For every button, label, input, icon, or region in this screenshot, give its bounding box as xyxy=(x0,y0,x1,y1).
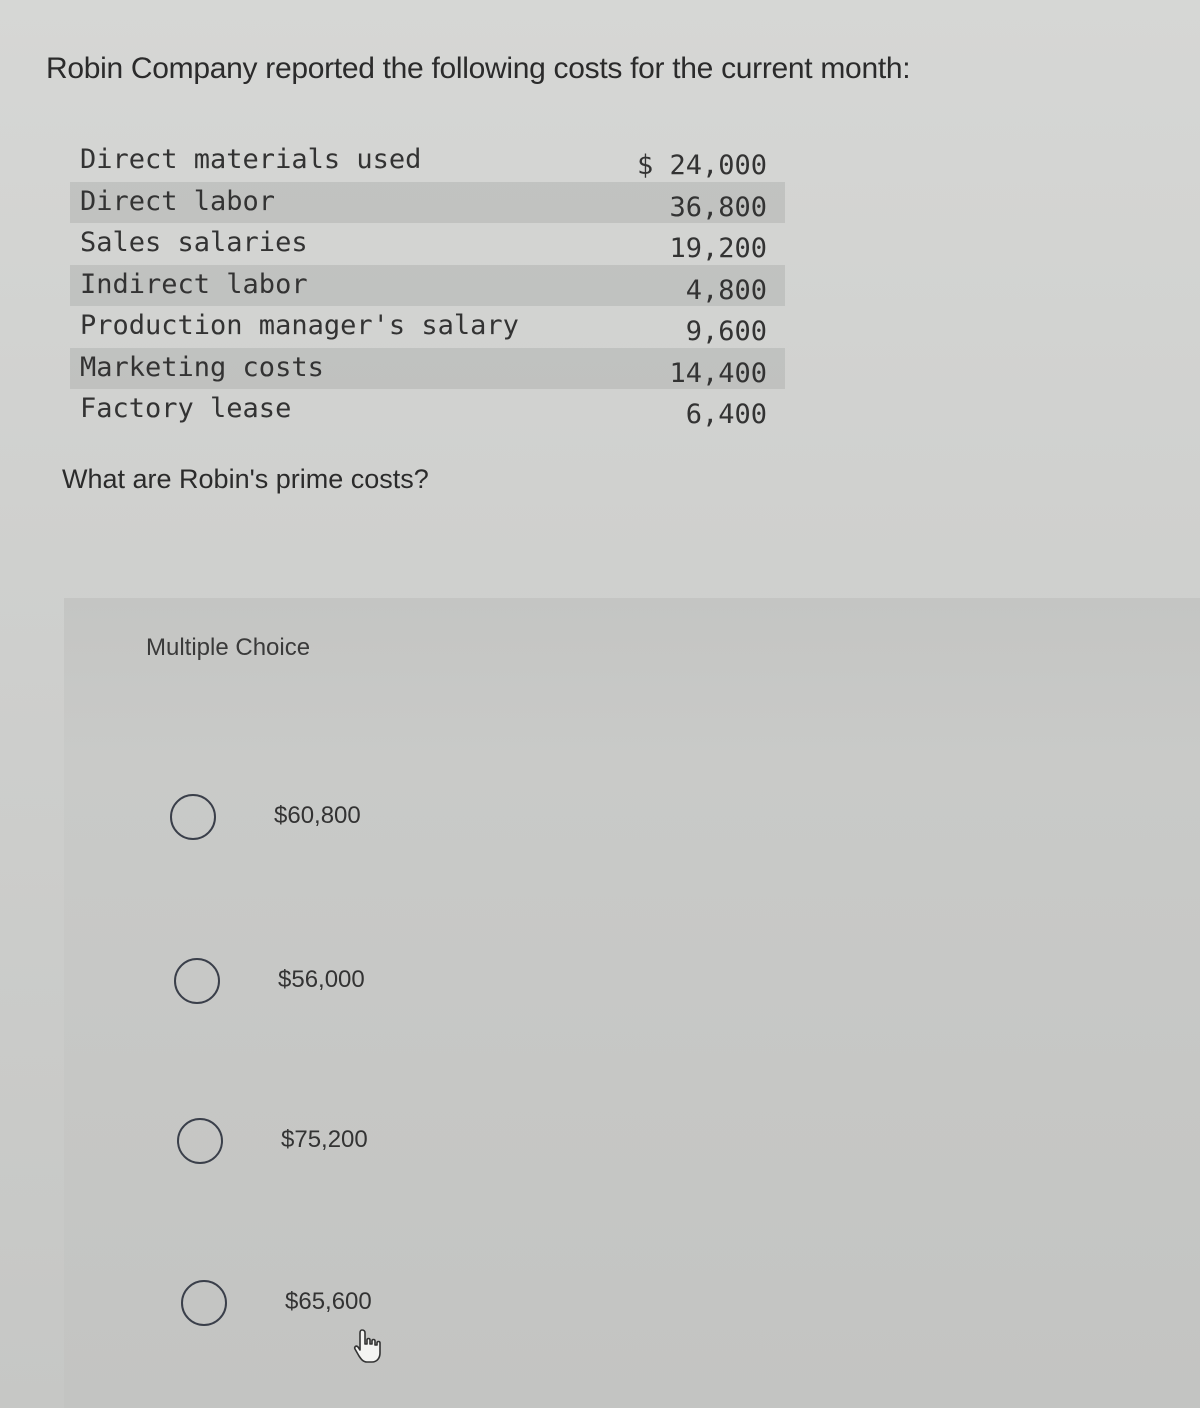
multiple-choice-title: Multiple Choice xyxy=(146,634,311,661)
option-label[interactable]: $65,600 xyxy=(285,1288,372,1316)
cost-label: Factory lease xyxy=(80,393,292,424)
answer-option-4[interactable]: $65,600 xyxy=(181,1280,581,1330)
cost-table: Direct materials used $ 24,000 Direct la… xyxy=(70,140,785,431)
cost-value: 14,400 xyxy=(669,357,767,389)
radio-button[interactable] xyxy=(174,958,220,1004)
cost-row: Direct labor 36,800 xyxy=(70,181,785,223)
cost-value: 9,600 xyxy=(685,316,767,347)
cost-value: 19,200 xyxy=(669,233,767,264)
cost-row: Production manager's salary 9,600 xyxy=(70,306,785,348)
option-label[interactable]: $56,000 xyxy=(278,966,365,994)
answer-option-3[interactable]: $75,200 xyxy=(177,1118,577,1168)
cost-row: Factory lease 6,400 xyxy=(70,389,785,431)
answer-option-1[interactable]: $60,800 xyxy=(170,794,570,844)
cost-label: Sales salaries xyxy=(80,227,308,258)
cost-row: Indirect labor 4,800 xyxy=(70,264,785,306)
cost-label: Indirect labor xyxy=(80,268,308,300)
cost-value: $ 24,000 xyxy=(636,150,767,181)
radio-button[interactable] xyxy=(181,1280,227,1326)
question-text: What are Robin's prime costs? xyxy=(62,464,429,494)
cost-value: 6,400 xyxy=(685,399,767,430)
option-label[interactable]: $60,800 xyxy=(274,802,361,830)
cost-label: Marketing costs xyxy=(80,351,324,383)
cost-label: Direct labor xyxy=(80,185,276,217)
cost-row: Direct materials used $ 24,000 xyxy=(70,140,785,182)
answer-option-2[interactable]: $56,000 xyxy=(174,958,574,1008)
multiple-choice-panel: Multiple Choice $60,800 $56,000 $75,200 … xyxy=(64,598,1200,1408)
cost-value: 4,800 xyxy=(685,274,767,306)
radio-button[interactable] xyxy=(170,794,216,840)
problem-intro: Robin Company reported the following cos… xyxy=(46,52,911,85)
cost-row: Sales salaries 19,200 xyxy=(70,223,785,265)
hand-pointer-icon xyxy=(353,1329,381,1363)
cost-label: Production manager's salary xyxy=(80,310,519,341)
cost-label: Direct materials used xyxy=(80,144,422,175)
option-label[interactable]: $75,200 xyxy=(281,1126,368,1154)
cost-value: 36,800 xyxy=(669,191,767,223)
quiz-page: Robin Company reported the following cos… xyxy=(0,0,1200,1408)
radio-button[interactable] xyxy=(177,1118,223,1164)
cost-row: Marketing costs 14,400 xyxy=(70,347,785,389)
